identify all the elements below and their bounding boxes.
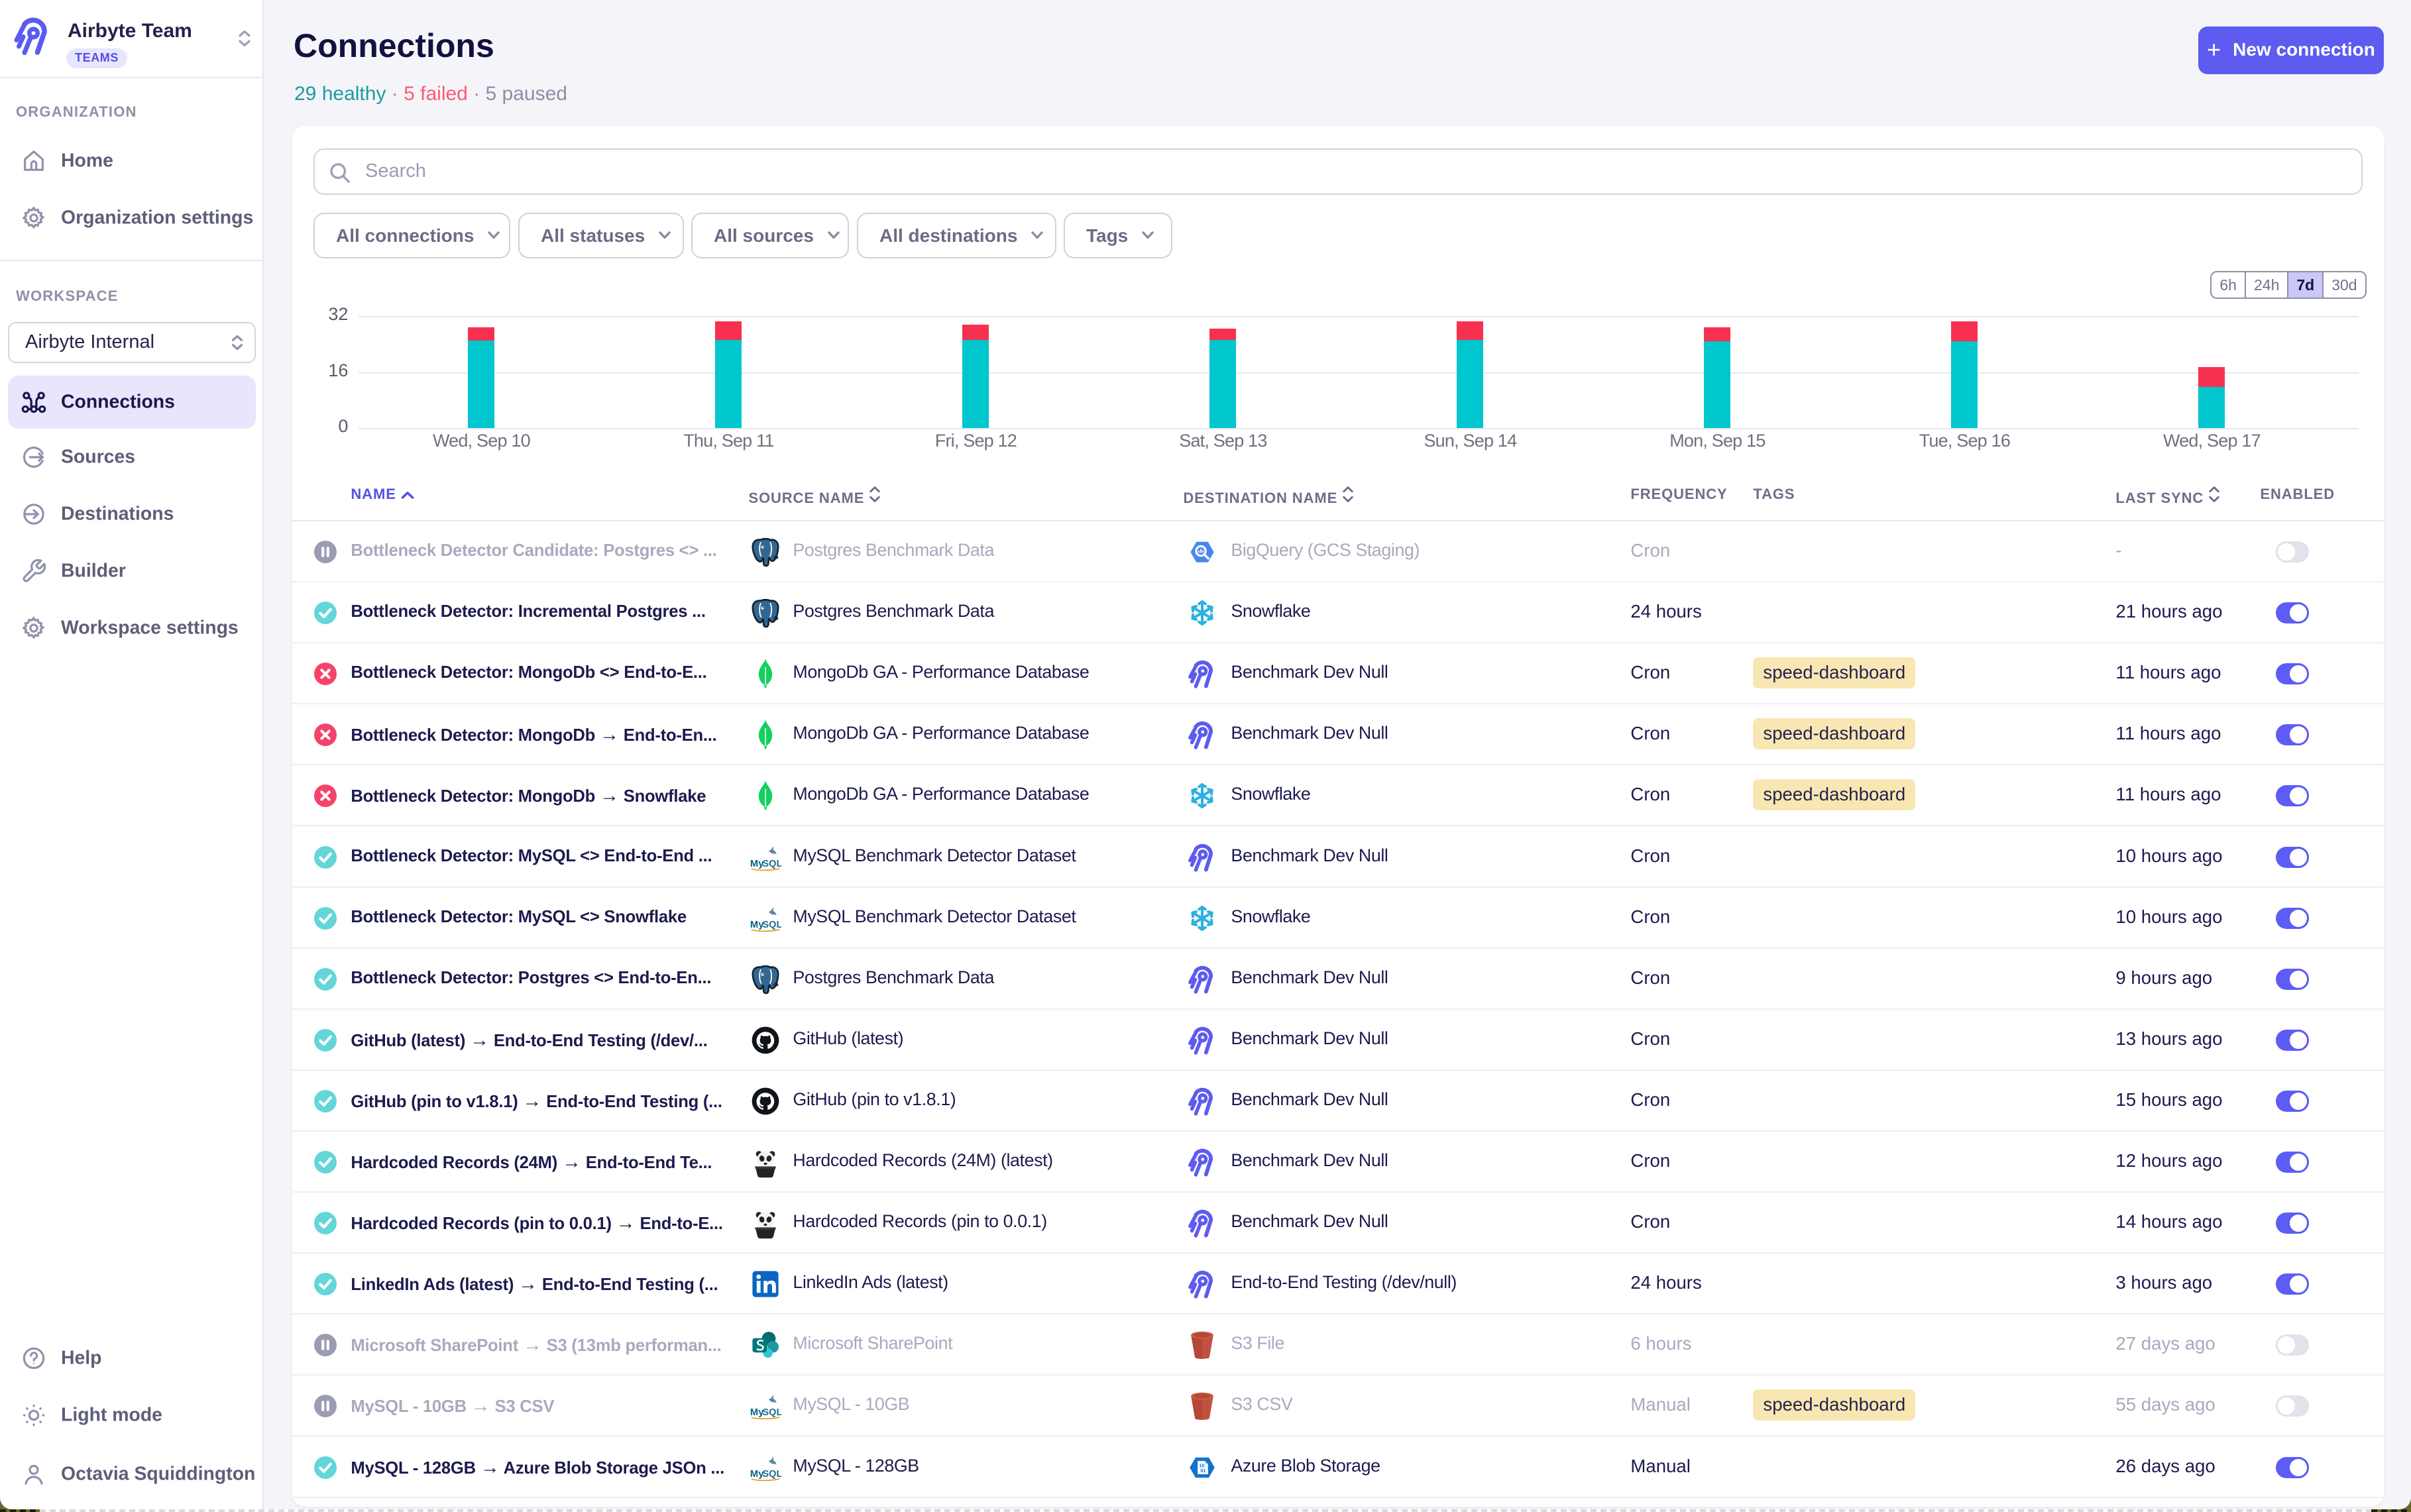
svg-text:SQL: SQL bbox=[763, 1407, 782, 1418]
svg-text:SQL: SQL bbox=[763, 1468, 782, 1479]
svg-text:01: 01 bbox=[1201, 1468, 1207, 1474]
svg-text:SQL: SQL bbox=[763, 858, 782, 869]
svg-text:SQL: SQL bbox=[763, 919, 782, 930]
